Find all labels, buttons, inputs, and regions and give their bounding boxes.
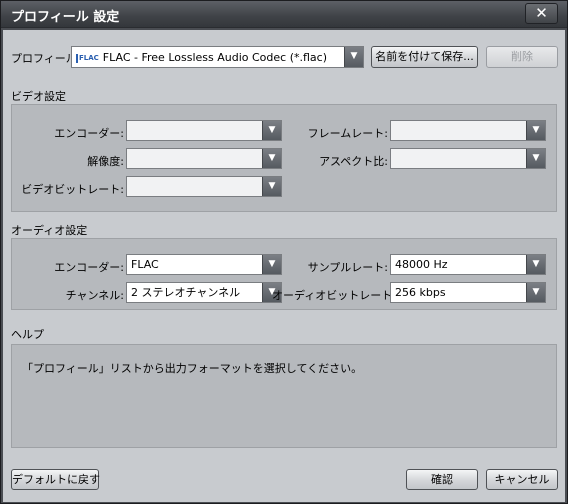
save-as-button[interactable]: 名前を付けて保存... <box>371 46 478 68</box>
cancel-button[interactable]: キャンセル <box>486 469 558 490</box>
audio-section-title: オーディオ設定 <box>11 224 88 237</box>
delete-button[interactable]: 削除 <box>486 46 558 68</box>
audio-bitrate-select[interactable]: 256 kbps ▼ <box>390 282 546 303</box>
resolution-select[interactable]: ▼ <box>126 148 282 169</box>
flac-icon: FLAC <box>76 53 99 63</box>
chevron-down-icon: ▼ <box>526 149 545 168</box>
channel-value: 2 ステレオチャンネル <box>131 286 241 299</box>
channel-label: チャンネル: <box>65 289 124 302</box>
chevron-down-icon: ▼ <box>526 255 545 274</box>
samplerate-select[interactable]: 48000 Hz ▼ <box>390 254 546 275</box>
audio-settings-group: エンコーダー: FLAC ▼ サンプルレート: 48000 Hz ▼ チャンネル… <box>11 238 557 310</box>
audio-encoder-select[interactable]: FLAC ▼ <box>126 254 282 275</box>
framerate-label: フレームレート: <box>307 127 388 140</box>
channel-select[interactable]: 2 ステレオチャンネル ▼ <box>126 282 282 303</box>
chevron-down-icon: ▼ <box>526 283 545 302</box>
dialog-body: プロフィール: FLAC FLAC - Free Lossless Audio C… <box>3 30 565 502</box>
chevron-down-icon: ▼ <box>526 121 545 140</box>
title-bar[interactable]: プロフィール 設定 ✕ <box>1 1 567 28</box>
video-encoder-select[interactable]: ▼ <box>126 120 282 141</box>
aspect-ratio-label: アスペクト比: <box>319 155 388 168</box>
window-title: プロフィール 設定 <box>11 10 120 25</box>
close-icon: ✕ <box>535 4 548 22</box>
settings-window: プロフィール 設定 ✕ プロフィール: FLAC FLAC - Free Loss… <box>0 0 568 504</box>
help-section-title: ヘルプ <box>11 328 44 341</box>
video-bitrate-label: ビデオビットレート: <box>21 183 124 196</box>
help-text: 「プロフィール」リストから出力フォーマットを選択してください。 <box>22 362 363 375</box>
audio-encoder-value: FLAC <box>131 258 159 271</box>
samplerate-value: 48000 Hz <box>395 258 448 271</box>
help-box: 「プロフィール」リストから出力フォーマットを選択してください。 <box>11 344 557 448</box>
audio-encoder-label: エンコーダー: <box>54 261 124 274</box>
audio-bitrate-label: オーディオビットレート: <box>272 289 396 302</box>
aspect-ratio-select[interactable]: ▼ <box>390 148 546 169</box>
chevron-down-icon: ▼ <box>344 47 363 67</box>
ok-button[interactable]: 確認 <box>406 469 478 490</box>
chevron-down-icon: ▼ <box>262 177 281 196</box>
profile-select[interactable]: FLAC FLAC - Free Lossless Audio Codec (*.… <box>71 46 364 68</box>
resolution-label: 解像度: <box>87 155 124 168</box>
audio-bitrate-value: 256 kbps <box>395 286 446 299</box>
video-bitrate-select[interactable]: ▼ <box>126 176 282 197</box>
profile-select-value: FLAC - Free Lossless Audio Codec (*.flac… <box>102 51 327 64</box>
video-encoder-label: エンコーダー: <box>54 127 124 140</box>
restore-default-button[interactable]: デフォルトに戻す <box>11 469 100 490</box>
close-button[interactable]: ✕ <box>525 3 558 24</box>
framerate-select[interactable]: ▼ <box>390 120 546 141</box>
samplerate-label: サンプルレート: <box>307 261 388 274</box>
video-settings-group: エンコーダー: ▼ フレームレート: ▼ 解像度: ▼ アスペクト比: ▼ ビデ… <box>11 104 557 212</box>
video-section-title: ビデオ設定 <box>11 90 66 103</box>
